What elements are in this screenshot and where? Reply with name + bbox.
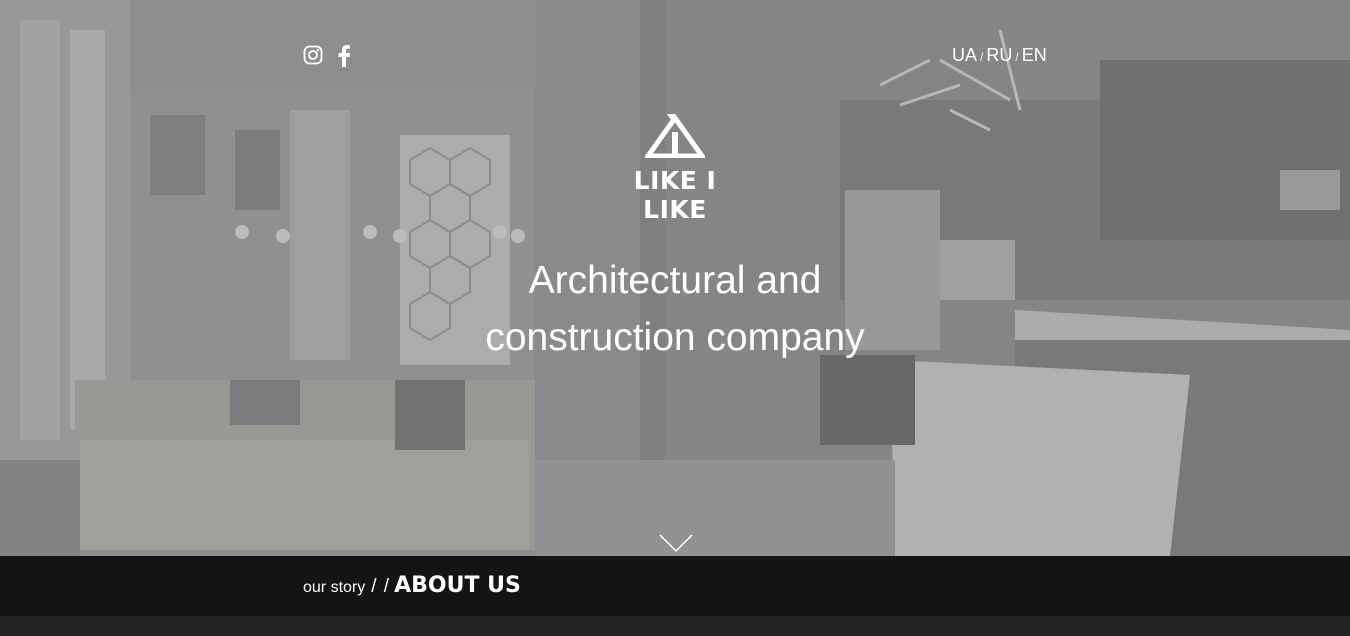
facebook-icon[interactable] xyxy=(337,45,357,67)
social-links xyxy=(303,45,357,67)
language-switcher: UA / RU / EN xyxy=(952,45,1047,66)
lang-ua-link[interactable]: UA xyxy=(952,45,977,66)
next-section-edge xyxy=(0,616,1350,636)
lang-separator: / xyxy=(1015,50,1019,64)
logo-text: LIKE I LIKE xyxy=(633,166,717,224)
hero-headline-line1: Architectural and xyxy=(528,259,822,302)
section-title-bar: our story / / ABOUT US xyxy=(0,556,1350,616)
hero-section: UA / RU / EN LIKE I LIKE Architectural a… xyxy=(0,0,1350,556)
hero-headline: Architectural and construction company xyxy=(425,252,925,366)
chevron-down-icon[interactable] xyxy=(659,533,693,553)
section-title: ABOUT US xyxy=(394,573,521,598)
lang-en-link[interactable]: EN xyxy=(1022,45,1047,66)
site-logo[interactable]: LIKE I LIKE xyxy=(609,114,741,224)
section-heading: our story / / ABOUT US xyxy=(303,573,521,598)
instagram-icon[interactable] xyxy=(303,45,323,67)
lang-separator: / xyxy=(980,50,984,64)
section-separator: / / xyxy=(371,576,391,597)
section-subtitle: our story xyxy=(303,579,366,596)
logo-triangle-icon xyxy=(645,114,705,158)
hero-headline-line2: construction company xyxy=(485,316,865,359)
lang-ru-link[interactable]: RU xyxy=(986,45,1012,66)
